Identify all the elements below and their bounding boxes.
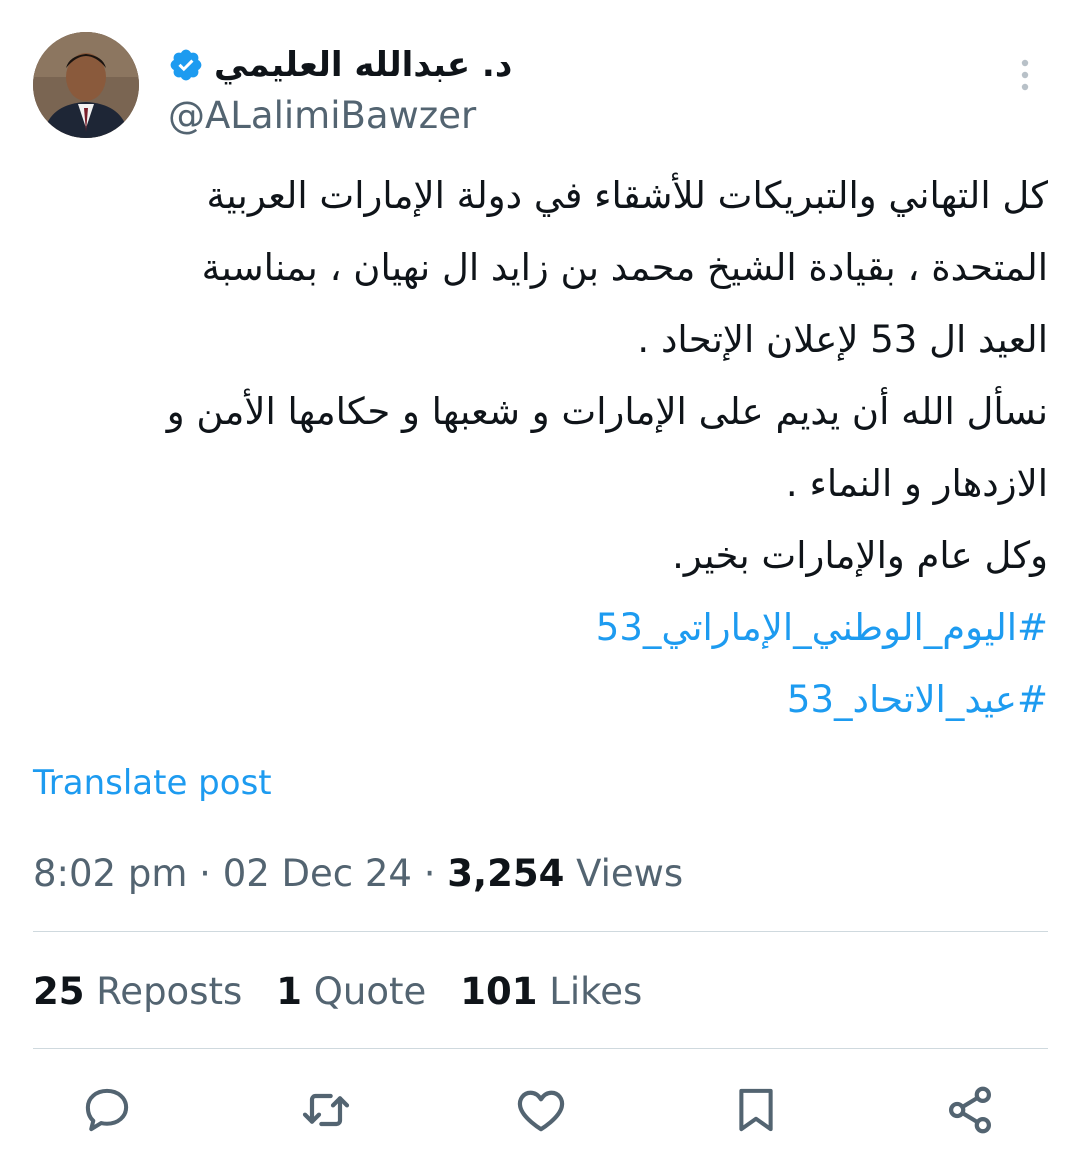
likes-count: 101 <box>460 970 538 1013</box>
divider <box>33 1048 1048 1049</box>
author-block: د. عبدالله العليمي @ALalimiBawzer <box>168 40 868 137</box>
verified-badge-icon[interactable] <box>168 47 204 83</box>
repost-icon[interactable] <box>296 1080 356 1140</box>
likes-stat[interactable]: 101 Likes <box>460 970 642 1013</box>
views-count: 3,254 <box>447 852 565 895</box>
tweet-line: العيد ال 53 لإعلان الإتحاد . <box>637 318 1048 361</box>
avatar[interactable] <box>33 32 139 138</box>
more-vertical-icon[interactable] <box>1010 55 1040 95</box>
tweet-date[interactable]: 02 Dec 24 <box>223 852 412 895</box>
tweet-line: كل التهاني والتبريكات للأشقاء في دولة ال… <box>206 174 1048 217</box>
avatar-image <box>33 32 139 138</box>
bookmark-icon[interactable] <box>726 1080 786 1140</box>
share-icon[interactable] <box>940 1080 1000 1140</box>
tweet-line: وكل عام والإمارات بخير. <box>672 534 1048 577</box>
translate-post-link[interactable]: Translate post <box>33 763 272 803</box>
author-handle[interactable]: @ALalimiBawzer <box>168 94 868 137</box>
reposts-count: 25 <box>33 970 85 1013</box>
reposts-stat[interactable]: 25 Reposts <box>33 970 242 1013</box>
tweet-line: المتحدة ، بقيادة الشيخ محمد بن زايد ال ن… <box>201 246 1048 289</box>
display-name[interactable]: د. عبدالله العليمي <box>214 45 512 85</box>
hashtag-link[interactable]: #عيد_الاتحاد_53 <box>40 664 1048 736</box>
quotes-count: 1 <box>276 970 303 1013</box>
reply-icon[interactable] <box>77 1080 137 1140</box>
likes-label: Likes <box>549 970 643 1013</box>
quotes-stat[interactable]: 1 Quote <box>276 970 426 1013</box>
views-label: Views <box>576 852 684 895</box>
tweet-line: نسأل الله أن يديم على الإمارات و شعبها و… <box>166 390 1048 433</box>
tweet-text: كل التهاني والتبريكات للأشقاء في دولة ال… <box>40 160 1048 736</box>
reposts-label: Reposts <box>96 970 243 1013</box>
tweet-time[interactable]: 8:02 pm <box>33 852 187 895</box>
like-icon[interactable] <box>511 1080 571 1140</box>
tweet-header: د. عبدالله العليمي @ALalimiBawzer <box>0 0 1080 150</box>
divider <box>33 931 1048 932</box>
quotes-label: Quote <box>313 970 427 1013</box>
tweet-meta: 8:02 pm · 02 Dec 24 · 3,254 Views <box>33 852 683 895</box>
meta-separator: · <box>423 852 436 895</box>
tweet-line: الازدهار و النماء . <box>785 462 1048 505</box>
display-name-row: د. عبدالله العليمي <box>168 40 868 90</box>
engagement-stats: 25 Reposts 1 Quote 101 Likes <box>33 970 642 1013</box>
hashtag-link[interactable]: #اليوم_الوطني_الإماراتي_53 <box>40 592 1048 664</box>
action-bar <box>0 1080 1080 1140</box>
meta-separator: · <box>199 852 211 895</box>
